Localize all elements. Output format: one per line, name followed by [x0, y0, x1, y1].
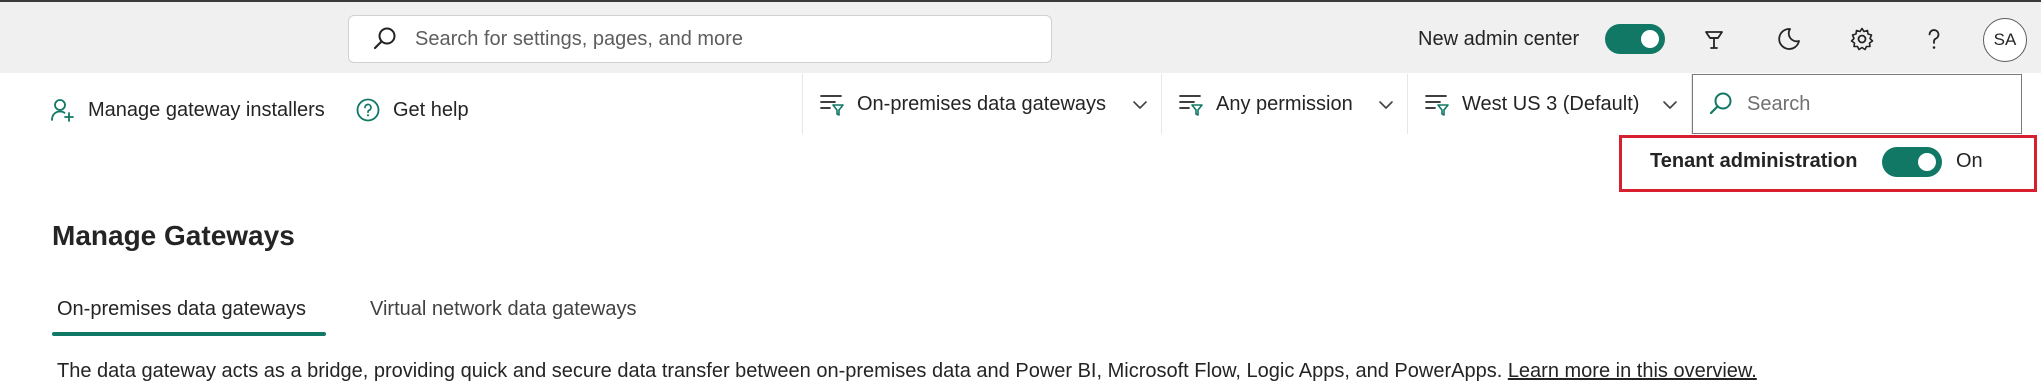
global-search-box[interactable]: Search for settings, pages, and more [348, 15, 1052, 63]
chevron-down-icon [1133, 101, 1147, 109]
add-person-icon [51, 99, 74, 122]
tenant-administration-toggle[interactable] [1882, 147, 1942, 177]
tenant-administration-state: On [1956, 150, 1983, 172]
top-bar: Search for settings, pages, and more New… [0, 0, 2041, 73]
moon-icon[interactable] [1772, 22, 1806, 56]
permission-filter-value: Any permission [1216, 92, 1353, 115]
gateway-type-filter[interactable]: On-premises data gateways [802, 74, 1162, 134]
chevron-down-icon [1663, 101, 1677, 109]
gateway-search-input[interactable]: Search [1692, 74, 2022, 134]
toggle-knob [1918, 153, 1936, 171]
avatar-initials: SA [1993, 30, 2017, 49]
filter-icon [1425, 95, 1449, 116]
get-help-label: Get help [393, 98, 469, 121]
learn-more-link[interactable]: Learn more in this overview. [1508, 360, 1757, 382]
active-tab-indicator [52, 332, 326, 336]
gateway-type-filter-value: On-premises data gateways [857, 92, 1107, 115]
permission-filter[interactable]: Any permission [1162, 74, 1408, 134]
gateway-search-placeholder[interactable]: Search [1747, 93, 1810, 116]
manage-gateway-installers-label: Manage gateway installers [88, 98, 325, 121]
manage-gateway-installers-button[interactable]: Manage gateway installers [50, 92, 325, 128]
gateway-description-text: The data gateway acts as a bridge, provi… [57, 360, 1503, 382]
tab-virtual-network-data-gateways[interactable]: Virtual network data gateways [370, 298, 636, 321]
filter-icon [820, 95, 844, 116]
region-filter-value: West US 3 (Default) [1462, 92, 1640, 115]
tenant-administration-label: Tenant administration [1650, 150, 1858, 172]
lightbulb-icon[interactable] [1697, 22, 1731, 56]
global-search-placeholder[interactable]: Search for settings, pages, and more [415, 28, 743, 51]
chevron-down-icon [1379, 101, 1393, 109]
help-icon[interactable] [1917, 22, 1951, 56]
get-help-button[interactable]: Get help [355, 92, 469, 128]
tab-on-premises-data-gateways[interactable]: On-premises data gateways [57, 298, 306, 321]
search-icon [1709, 92, 1732, 115]
toggle-knob [1641, 30, 1659, 48]
help-circle-icon [356, 98, 380, 122]
region-filter[interactable]: West US 3 (Default) [1408, 74, 1692, 134]
search-icon [373, 27, 396, 50]
filter-icon [1179, 95, 1203, 116]
gear-icon[interactable] [1845, 22, 1879, 56]
gateway-description: The data gateway acts as a bridge, provi… [57, 360, 1757, 383]
page-title: Manage Gateways [52, 220, 295, 251]
new-admin-center-toggle[interactable] [1605, 24, 1665, 54]
avatar[interactable]: SA [1983, 18, 2027, 62]
new-admin-center-label: New admin center [1418, 28, 1580, 50]
